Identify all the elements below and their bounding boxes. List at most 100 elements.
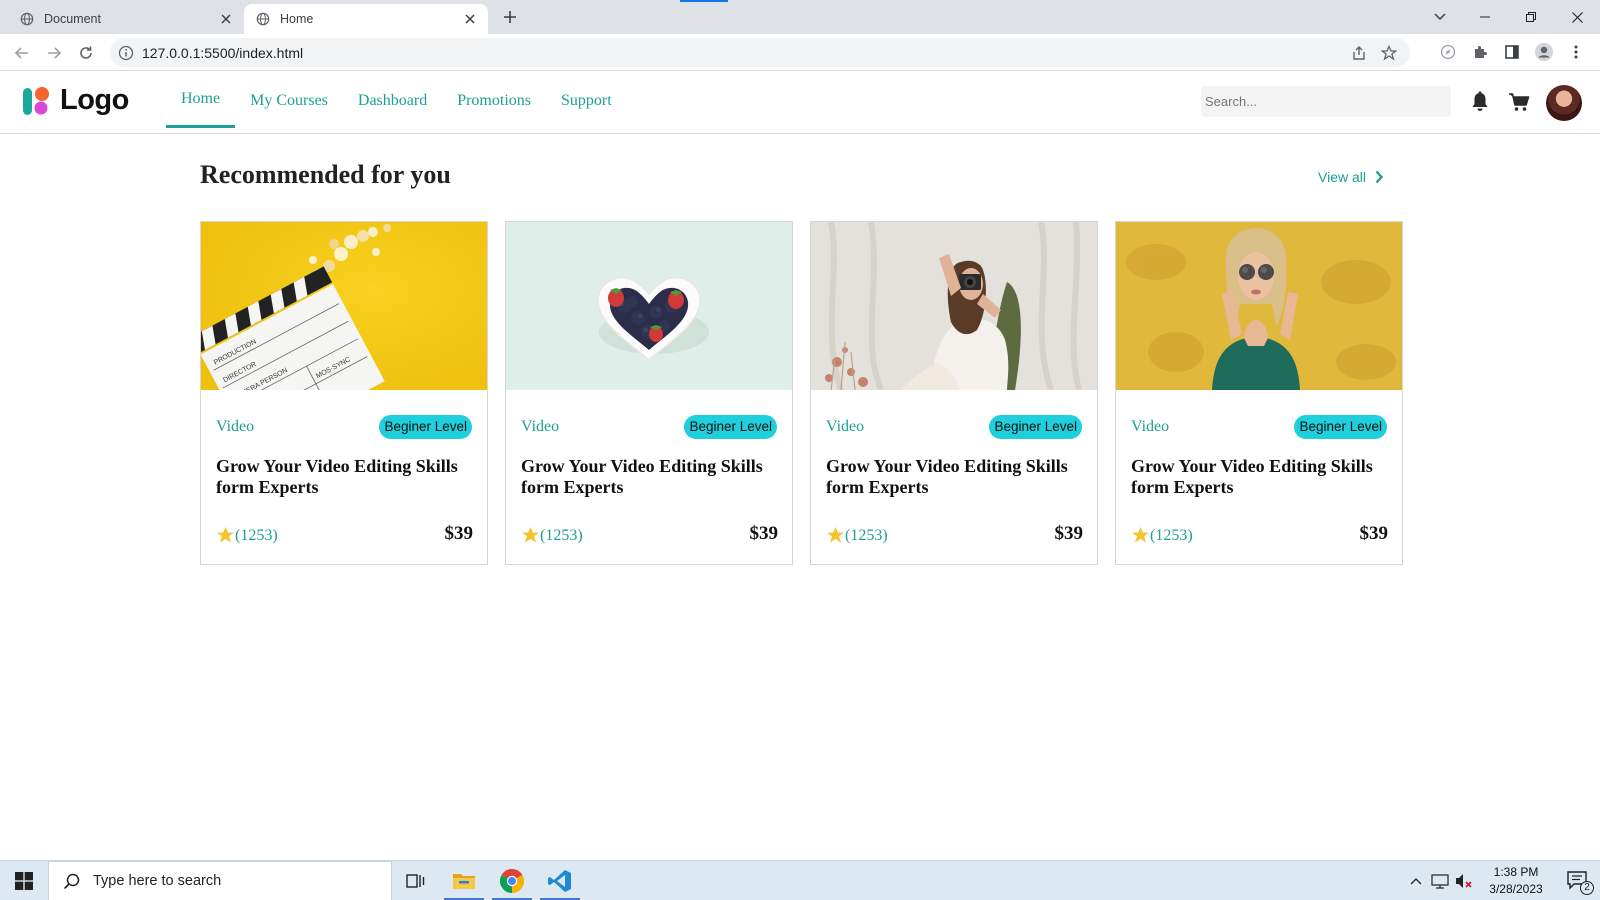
view-all-label: View all — [1318, 169, 1366, 185]
course-rating: (1253) — [216, 526, 278, 545]
arrow-right-icon — [48, 47, 62, 59]
close-tab-icon[interactable] — [462, 11, 478, 27]
course-category: Video — [216, 418, 255, 435]
chevron-up-icon[interactable] — [1404, 861, 1428, 900]
woman-sunglasses-image — [1116, 222, 1402, 390]
course-title[interactable]: Grow Your Video Editing Skills form Expe… — [826, 456, 1086, 498]
site-search-input[interactable] — [1201, 86, 1451, 117]
level-badge: Beginer Level — [379, 415, 472, 439]
course-title[interactable]: Grow Your Video Editing Skills form Expe… — [521, 456, 781, 498]
course-rating: (1253) — [826, 526, 888, 545]
main-nav: Home My Courses Dashboard Promotions Sup… — [166, 71, 627, 134]
file-explorer-button[interactable] — [440, 861, 488, 900]
course-card[interactable]: PRODUCTION DIRECTOR CAMERA PERSON SCENE … — [191, 221, 488, 565]
chrome-button[interactable] — [488, 861, 536, 900]
course-card[interactable]: Video Beginer Level Grow Your Video Edit… — [1115, 221, 1403, 565]
reload-icon — [80, 46, 92, 59]
logo-mark-icon — [23, 86, 49, 115]
nav-my-courses[interactable]: My Courses — [235, 71, 343, 134]
nav-support[interactable]: Support — [546, 71, 627, 134]
close-tab-icon[interactable] — [218, 11, 234, 27]
vscode-button[interactable] — [536, 861, 584, 900]
site-header: Logo Home My Courses Dashboard Promotion… — [0, 71, 1600, 134]
notification-center-button[interactable]: 2 — [1556, 861, 1600, 900]
star-icon — [1131, 526, 1150, 543]
globe-icon — [256, 12, 270, 26]
taskbar-search-box[interactable]: Type here to search — [48, 861, 392, 900]
user-avatar[interactable] — [1546, 85, 1582, 121]
compass-extension-icon[interactable] — [1436, 40, 1460, 64]
notification-count: 2 — [1580, 881, 1594, 895]
course-category: Video — [826, 418, 865, 435]
share-icon[interactable] — [1348, 42, 1370, 64]
system-tray: 1:38 PM 3/28/2023 2 — [1404, 861, 1600, 900]
logo-text: Logo — [60, 84, 129, 116]
clock-time: 1:38 PM — [1493, 865, 1539, 879]
task-view-icon — [406, 874, 425, 888]
view-all-link[interactable]: View all — [1318, 169, 1384, 185]
browser-tabstrip: Document Home — [0, 0, 1600, 34]
close-icon — [1571, 11, 1583, 23]
system-clock[interactable]: 1:38 PM 3/28/2023 — [1476, 864, 1556, 898]
back-button[interactable] — [10, 41, 34, 65]
extensions-area — [1436, 40, 1588, 64]
info-icon[interactable] — [118, 45, 134, 61]
woman-camera-image — [811, 221, 1097, 392]
star-icon — [216, 526, 235, 543]
tab-title: Document — [44, 12, 101, 26]
reload-button[interactable] — [74, 41, 98, 65]
tab-title: Home — [280, 12, 314, 26]
course-title[interactable]: Grow Your Video Editing Skills form Expe… — [1131, 456, 1391, 498]
level-badge: Beginer Level — [989, 415, 1082, 439]
browser-toolbar: 127.0.0.1:5500/index.html — [0, 34, 1600, 71]
course-price: $39 — [749, 523, 779, 544]
rating-count: (1253) — [845, 526, 888, 544]
minimize-button[interactable] — [1462, 0, 1508, 34]
course-card[interactable]: Video Beginer Level Grow Your Video Edit… — [810, 221, 1098, 565]
vscode-icon — [548, 870, 571, 892]
more-menu-icon[interactable] — [1564, 40, 1588, 64]
heart-bowl-berries-image — [506, 222, 792, 390]
nav-home[interactable]: Home — [166, 71, 236, 134]
network-icon[interactable] — [1428, 861, 1452, 900]
profile-icon[interactable] — [1532, 40, 1556, 64]
course-card-list: PRODUCTION DIRECTOR CAMERA PERSON SCENE … — [191, 221, 1403, 565]
chevron-right-icon — [1375, 170, 1384, 184]
url-text[interactable]: 127.0.0.1:5500/index.html — [142, 45, 303, 61]
clapperboard-popcorn-image: PRODUCTION DIRECTOR CAMERA PERSON SCENE … — [191, 222, 487, 452]
side-panel-icon[interactable] — [1500, 40, 1524, 64]
folder-icon — [453, 874, 475, 889]
bookmark-star-icon[interactable] — [1378, 42, 1400, 64]
rating-count: (1253) — [540, 526, 583, 544]
course-category: Video — [1131, 418, 1170, 435]
course-title[interactable]: Grow Your Video Editing Skills form Expe… — [216, 456, 476, 498]
search-icon — [63, 873, 80, 890]
course-card[interactable]: Video Beginer Level Grow Your Video Edit… — [505, 221, 793, 565]
windows-taskbar: Type here to search 1:38 PM 3/28/2023 2 — [0, 860, 1600, 900]
course-price: $39 — [444, 523, 474, 544]
task-view-button[interactable] — [392, 861, 440, 900]
close-window-button[interactable] — [1554, 0, 1600, 34]
browser-tab-document[interactable]: Document — [8, 4, 245, 34]
chevron-down-icon — [1434, 13, 1446, 21]
clock-date: 3/28/2023 — [1489, 882, 1543, 896]
site-logo[interactable]: Logo — [22, 84, 129, 117]
forward-button[interactable] — [42, 41, 66, 65]
globe-icon — [20, 12, 34, 26]
cart-icon[interactable] — [1508, 91, 1530, 113]
tab-search-button[interactable] — [1428, 6, 1452, 28]
browser-tab-home[interactable]: Home — [244, 4, 488, 34]
new-tab-button[interactable] — [500, 7, 520, 27]
restore-button[interactable] — [1508, 0, 1554, 34]
start-button[interactable] — [0, 861, 48, 900]
address-bar[interactable]: 127.0.0.1:5500/index.html — [110, 38, 1410, 67]
arrow-left-icon — [14, 47, 28, 59]
loading-indicator — [680, 0, 728, 2]
notification-bell-icon[interactable] — [1469, 91, 1491, 113]
puzzle-extensions-icon[interactable] — [1468, 40, 1492, 64]
nav-dashboard[interactable]: Dashboard — [343, 71, 442, 134]
volume-muted-icon[interactable] — [1452, 861, 1476, 900]
course-rating: (1253) — [521, 526, 583, 545]
nav-promotions[interactable]: Promotions — [442, 71, 546, 134]
star-icon — [826, 526, 845, 543]
